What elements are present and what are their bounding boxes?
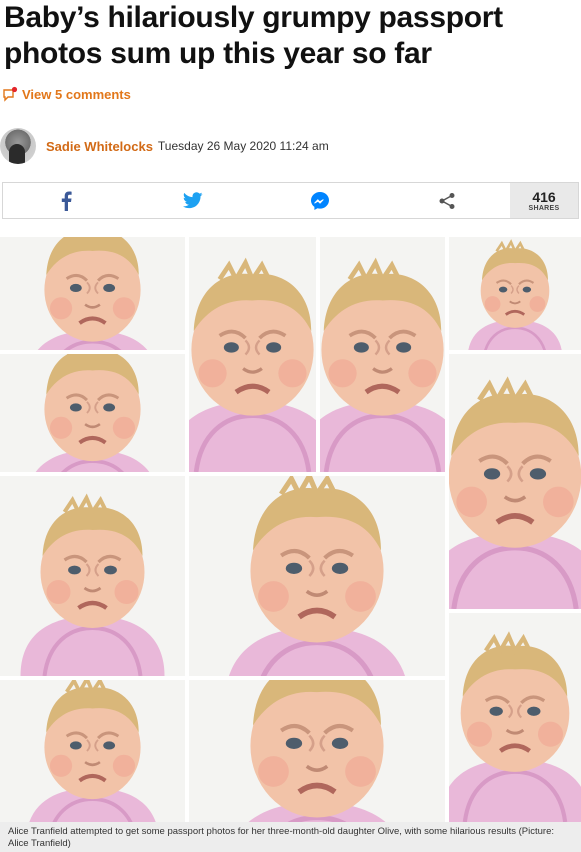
byline: Sadie Whitelocks Tuesday 26 May 2020 11:… bbox=[0, 128, 329, 164]
photo-tile bbox=[0, 237, 185, 350]
photo-tile bbox=[449, 237, 581, 350]
photo-tile bbox=[320, 237, 445, 472]
passport-photo-collage bbox=[0, 237, 581, 822]
image-caption: Alice Tranfield attempted to get some pa… bbox=[0, 822, 581, 852]
photo-tile bbox=[0, 354, 185, 472]
author-name[interactable]: Sadie Whitelocks bbox=[46, 139, 153, 154]
comment-icon bbox=[2, 86, 18, 102]
article-headline: Baby’s hilariously grumpy passport photo… bbox=[4, 1, 503, 70]
photo-tile bbox=[189, 237, 316, 472]
photo-tile bbox=[0, 476, 185, 676]
messenger-share-button[interactable] bbox=[257, 183, 384, 218]
photo-tile bbox=[449, 354, 581, 609]
share-count-box: 416 SHARES bbox=[510, 183, 578, 218]
share-bar: 416 SHARES bbox=[2, 182, 579, 219]
photo-tile bbox=[0, 680, 185, 822]
messenger-icon bbox=[310, 191, 329, 210]
generic-share-button[interactable] bbox=[383, 183, 510, 218]
photo-tile bbox=[449, 613, 581, 822]
facebook-icon bbox=[62, 191, 72, 211]
share-icon bbox=[439, 192, 455, 209]
comments-label: View 5 comments bbox=[22, 86, 131, 102]
photo-tile bbox=[189, 476, 445, 676]
facebook-share-button[interactable] bbox=[3, 183, 130, 218]
share-count: 416 bbox=[532, 188, 556, 205]
author-avatar[interactable] bbox=[0, 128, 36, 164]
photo-tile bbox=[189, 680, 445, 822]
publish-date: Tuesday 26 May 2020 11:24 am bbox=[157, 139, 329, 153]
view-comments-link[interactable]: View 5 comments bbox=[2, 84, 131, 104]
twitter-share-button[interactable] bbox=[130, 183, 257, 218]
share-count-label: SHARES bbox=[528, 204, 560, 212]
twitter-icon bbox=[183, 192, 203, 209]
